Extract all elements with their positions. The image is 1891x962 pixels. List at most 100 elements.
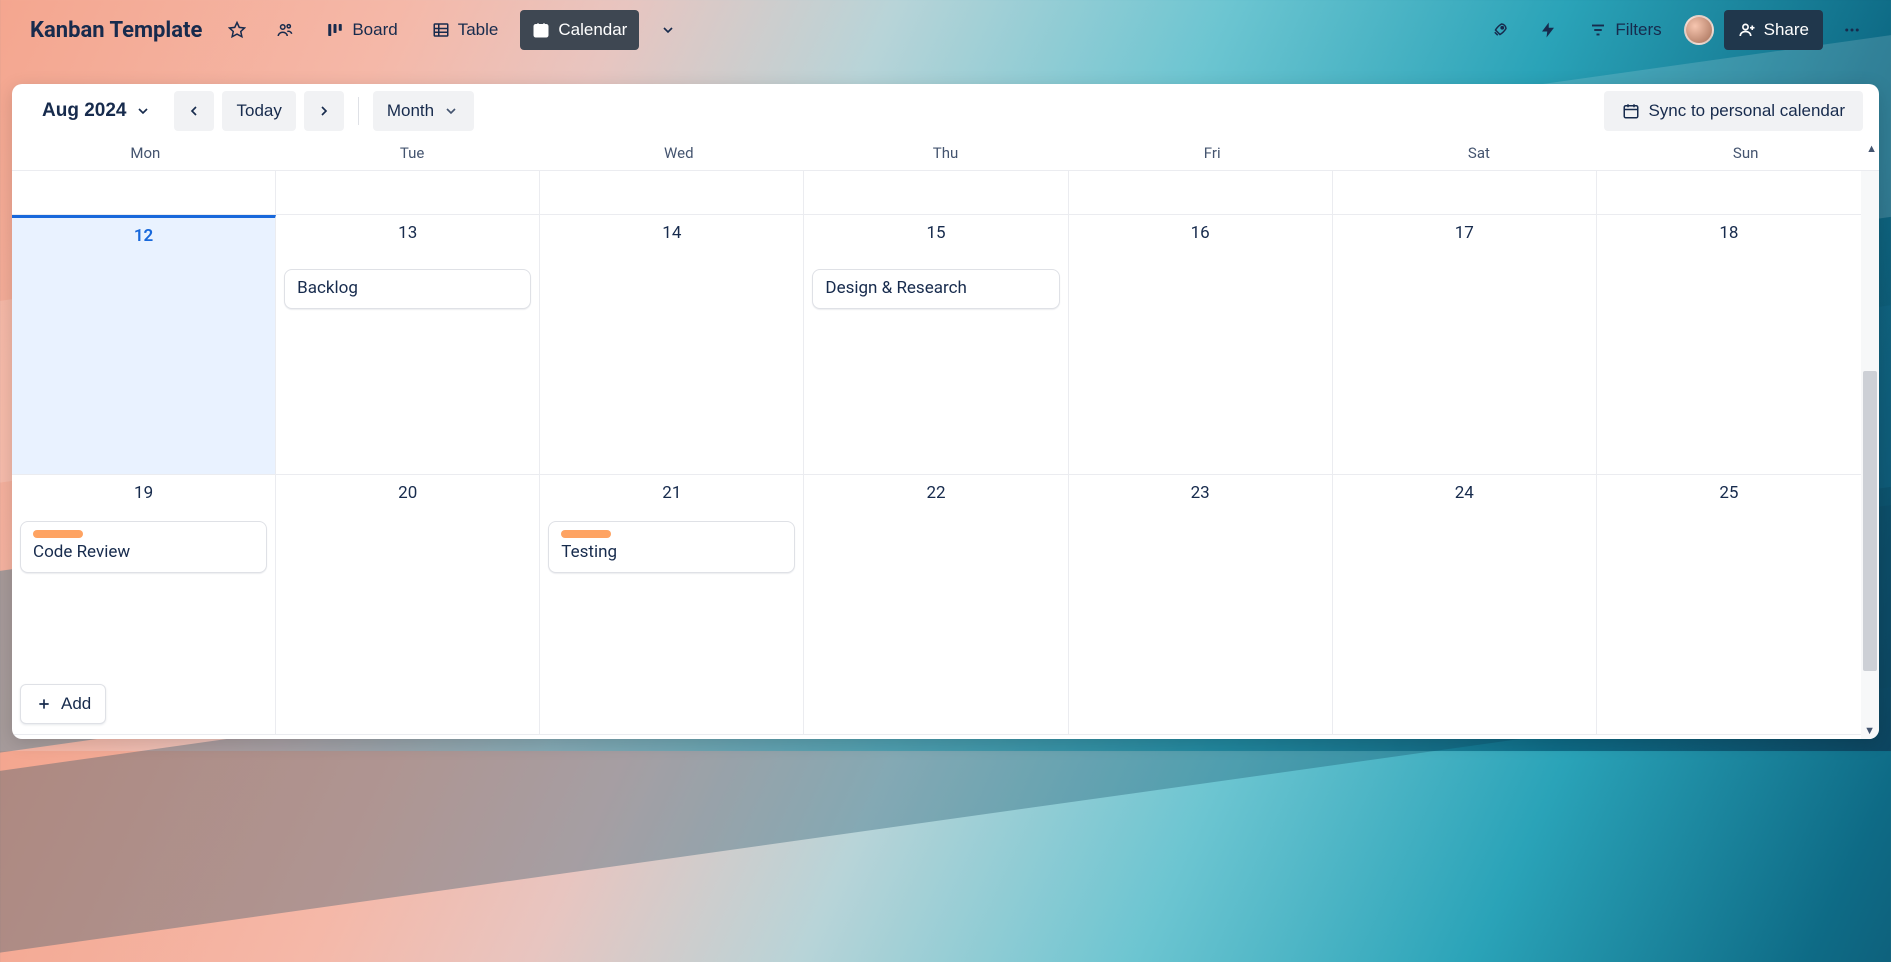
- day-header: Mon: [12, 138, 279, 170]
- calendar-cell[interactable]: 12: [12, 215, 276, 475]
- next-button[interactable]: [304, 91, 344, 131]
- month-picker[interactable]: Aug 2024: [28, 91, 166, 131]
- calendar-toolbar: Aug 2024 Today Month: [12, 84, 1879, 138]
- chevron-down-icon: [134, 102, 152, 120]
- rocket-button[interactable]: [1481, 10, 1519, 50]
- day-header: Wed: [545, 138, 812, 170]
- calendar-cell[interactable]: 14: [540, 215, 804, 475]
- calendar-cell[interactable]: 18: [1597, 215, 1861, 475]
- chevron-left-icon: [185, 102, 203, 120]
- calendar-cell[interactable]: [276, 171, 540, 215]
- calendar-card[interactable]: Code Review: [20, 521, 267, 573]
- rocket-icon: [1491, 21, 1509, 39]
- calendar-cell[interactable]: 19 Code Review Add: [12, 475, 276, 735]
- day-number: 22: [812, 483, 1059, 503]
- day-header: Thu: [812, 138, 1079, 170]
- calendar-cell[interactable]: [1597, 171, 1861, 215]
- day-header: Sat: [1346, 138, 1613, 170]
- calendar-cell[interactable]: 15 Design & Research: [804, 215, 1068, 475]
- day-number: 14: [548, 223, 795, 243]
- card-title: Code Review: [33, 542, 130, 562]
- chevron-down-icon: [659, 21, 677, 39]
- day-number: 12: [20, 226, 267, 246]
- table-view-label: Table: [458, 20, 499, 40]
- board-view-label: Board: [352, 20, 397, 40]
- share-button[interactable]: Share: [1724, 10, 1823, 50]
- label-chip: [561, 530, 611, 538]
- calendar-cell[interactable]: [540, 171, 804, 215]
- calendar-cell[interactable]: 16: [1069, 215, 1333, 475]
- scrollbar-track[interactable]: ▼: [1861, 171, 1879, 739]
- label-chip: [33, 530, 83, 538]
- star-button[interactable]: [218, 10, 256, 50]
- day-header: Sun: [1612, 138, 1879, 170]
- scrollbar-thumb[interactable]: [1863, 371, 1877, 671]
- calendar-cell[interactable]: 20: [276, 475, 540, 735]
- board-icon: [326, 21, 344, 39]
- sync-label: Sync to personal calendar: [1648, 101, 1845, 121]
- calendar-icon: [532, 21, 550, 39]
- day-number: 15: [812, 223, 1059, 243]
- calendar-cell[interactable]: [804, 171, 1068, 215]
- calendar-card[interactable]: Testing: [548, 521, 795, 573]
- prev-button[interactable]: [174, 91, 214, 131]
- calendar-card[interactable]: Backlog: [284, 269, 531, 309]
- day-number: 17: [1341, 223, 1588, 243]
- filter-icon: [1589, 21, 1607, 39]
- scroll-down-button[interactable]: ▼: [1864, 724, 1875, 737]
- add-card-button[interactable]: Add: [20, 684, 106, 724]
- day-number: 25: [1605, 483, 1853, 503]
- day-number: 24: [1341, 483, 1588, 503]
- calendar-cell[interactable]: 13 Backlog: [276, 215, 540, 475]
- day-header: Fri: [1079, 138, 1346, 170]
- calendar-cell[interactable]: 21 Testing: [540, 475, 804, 735]
- day-header: Tue: [279, 138, 546, 170]
- calendar-grid-wrap: 12 13 Backlog 14 15 Design & Research 16: [12, 171, 1879, 739]
- month-label: Aug 2024: [42, 100, 126, 122]
- automation-button[interactable]: [1529, 10, 1567, 50]
- sync-button[interactable]: Sync to personal calendar: [1604, 91, 1863, 131]
- filters-label: Filters: [1615, 20, 1661, 40]
- calendar-cell[interactable]: 25: [1597, 475, 1861, 735]
- people-icon: [276, 21, 294, 39]
- calendar-card[interactable]: Design & Research: [812, 269, 1059, 309]
- share-label: Share: [1764, 20, 1809, 40]
- today-button[interactable]: Today: [222, 91, 295, 131]
- day-number: 21: [548, 483, 795, 503]
- calendar-cell[interactable]: 17: [1333, 215, 1597, 475]
- plus-icon: [35, 695, 53, 713]
- calendar-cell[interactable]: [1069, 171, 1333, 215]
- star-icon: [228, 21, 246, 39]
- bolt-icon: [1539, 21, 1557, 39]
- chevron-down-icon: [442, 102, 460, 120]
- avatar[interactable]: [1684, 15, 1714, 45]
- chevron-right-icon: [315, 102, 333, 120]
- calendar-cell[interactable]: 22: [804, 475, 1068, 735]
- day-number: 13: [284, 223, 531, 243]
- card-title: Testing: [561, 542, 617, 562]
- board-title[interactable]: Kanban Template: [30, 18, 202, 43]
- calendar-view-label: Calendar: [558, 20, 627, 40]
- filters-button[interactable]: Filters: [1577, 10, 1673, 50]
- day-number: 16: [1077, 223, 1324, 243]
- calendar-grid: 12 13 Backlog 14 15 Design & Research 16: [12, 171, 1861, 739]
- calendar-view-button[interactable]: Calendar: [520, 10, 639, 50]
- board-menu-button[interactable]: [1833, 10, 1871, 50]
- add-user-icon: [1738, 21, 1756, 39]
- day-number: 18: [1605, 223, 1853, 243]
- board-view-button[interactable]: Board: [314, 10, 409, 50]
- calendar-cell[interactable]: 23: [1069, 475, 1333, 735]
- day-number: 20: [284, 483, 531, 503]
- view-switcher-dropdown[interactable]: [649, 10, 687, 50]
- calendar-icon: [1622, 102, 1640, 120]
- more-icon: [1843, 21, 1861, 39]
- scroll-up-button[interactable]: ▲: [1866, 142, 1877, 155]
- range-label: Month: [387, 101, 434, 121]
- calendar-cell[interactable]: 24: [1333, 475, 1597, 735]
- calendar-cell[interactable]: [12, 171, 276, 215]
- visibility-button[interactable]: [266, 10, 304, 50]
- calendar-cell[interactable]: [1333, 171, 1597, 215]
- table-view-button[interactable]: Table: [420, 10, 511, 50]
- table-icon: [432, 21, 450, 39]
- range-picker[interactable]: Month: [373, 91, 474, 131]
